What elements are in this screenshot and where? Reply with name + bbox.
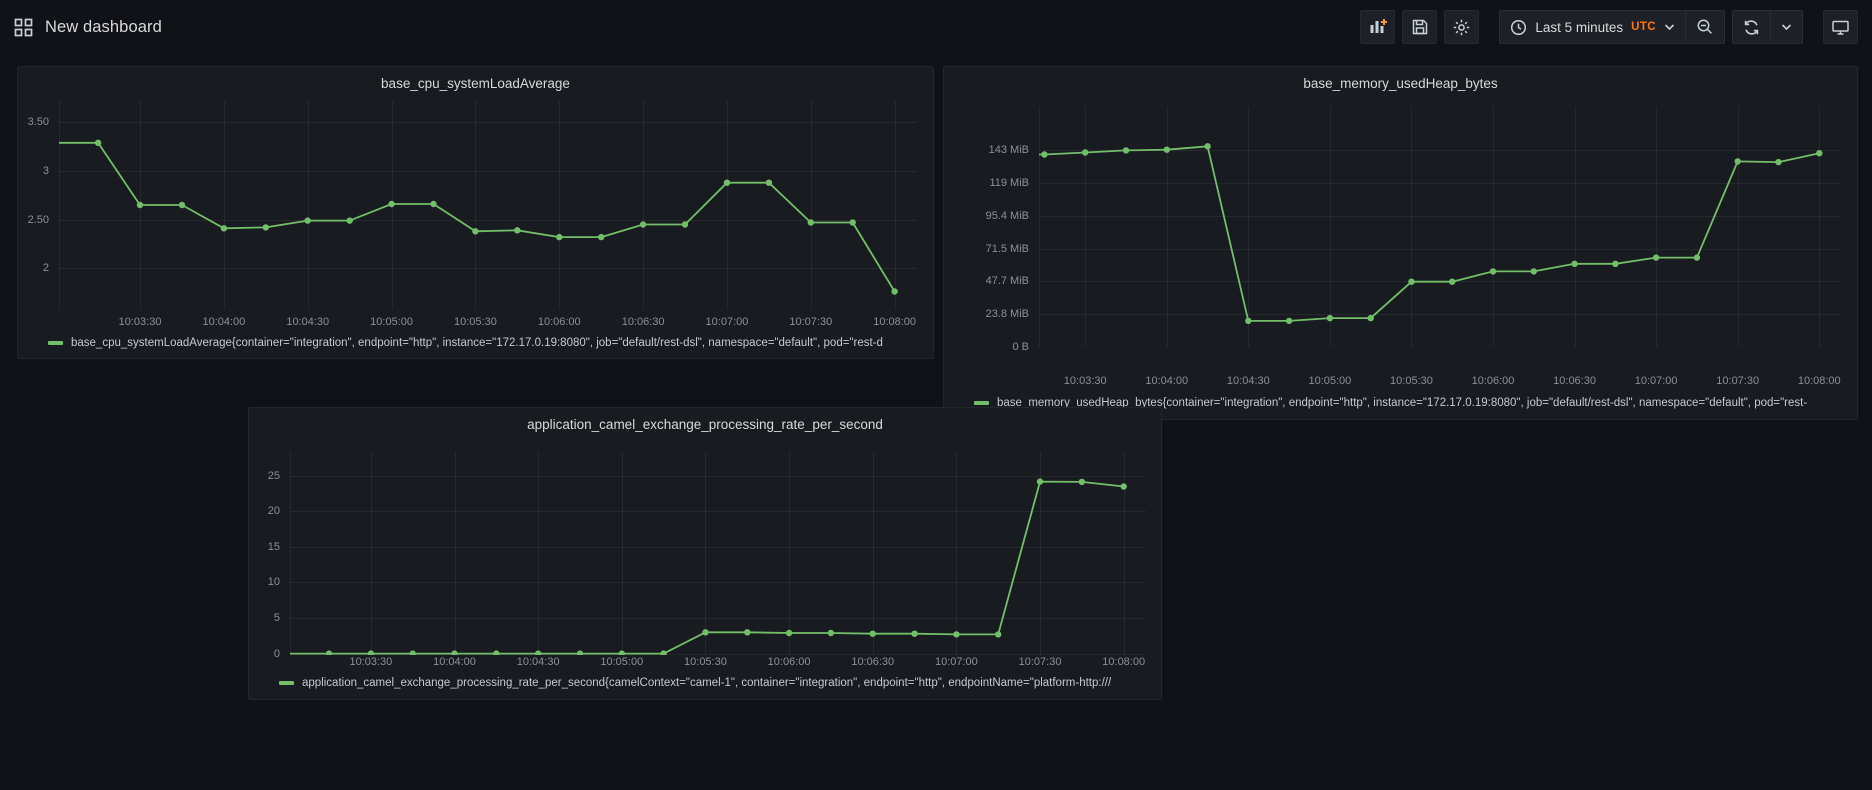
x-axis-tick-label: 10:07:00 — [706, 316, 749, 328]
y-axis-tick-label: 2 — [18, 262, 49, 274]
memory-chart-plot[interactable] — [1039, 106, 1841, 347]
x-axis-tick-label: 10:06:00 — [1472, 375, 1515, 387]
y-axis-tick-label: 3 — [18, 165, 49, 177]
x-axis-tick-label: 10:03:30 — [119, 316, 162, 328]
gear-icon — [1452, 18, 1471, 37]
x-axis-tick-label: 10:06:30 — [1553, 375, 1596, 387]
x-axis-tick-label: 10:05:00 — [370, 316, 413, 328]
y-axis-tick-label: 95.4 MiB — [944, 210, 1029, 222]
zoom-out-button[interactable] — [1685, 11, 1724, 43]
add-panel-button[interactable] — [1360, 10, 1395, 44]
rate-chart-plot[interactable] — [290, 451, 1146, 655]
x-axis-tick-label: 10:08:00 — [1798, 375, 1841, 387]
x-axis-tick-label: 10:04:30 — [1227, 375, 1270, 387]
x-axis-tick-label: 10:04:30 — [517, 656, 560, 668]
time-range-label: Last 5 minutes — [1535, 20, 1623, 35]
panel-cpu-system-load-average: base_cpu_systemLoadAverage base_cpu_syst… — [17, 66, 934, 359]
legend-item[interactable]: base_cpu_systemLoadAverage{container="in… — [48, 337, 923, 349]
panel-camel-exchange-rate: application_camel_exchange_processing_ra… — [248, 407, 1162, 700]
y-axis-tick-label: 3.50 — [18, 116, 49, 128]
y-axis-tick-label: 119 MiB — [944, 177, 1029, 189]
x-axis-tick-label: 10:06:00 — [768, 656, 811, 668]
legend-label: application_camel_exchange_processing_ra… — [302, 677, 1111, 689]
x-axis-tick-label: 10:05:00 — [1308, 375, 1351, 387]
add-panel-icon — [1368, 17, 1388, 37]
x-axis-tick-label: 10:06:00 — [538, 316, 581, 328]
x-axis-tick-label: 10:04:00 — [202, 316, 245, 328]
x-axis-tick-label: 10:04:00 — [1145, 375, 1188, 387]
y-axis-tick-label: 23.8 MiB — [944, 308, 1029, 320]
chevron-down-icon — [1781, 23, 1792, 31]
legend-swatch — [48, 341, 63, 345]
y-axis-tick-label: 71.5 MiB — [944, 243, 1029, 255]
y-axis-tick-label: 2.50 — [18, 214, 49, 226]
y-axis-tick-label: 10 — [249, 576, 280, 588]
legend-label: base_cpu_systemLoadAverage{container="in… — [71, 337, 883, 349]
refresh-icon — [1743, 19, 1760, 36]
refresh-button[interactable] — [1733, 11, 1770, 43]
y-axis-tick-label: 143 MiB — [944, 144, 1029, 156]
legend-swatch — [974, 401, 989, 405]
x-axis-tick-label: 10:05:30 — [454, 316, 497, 328]
y-axis-tick-label: 5 — [249, 612, 280, 624]
panel-title[interactable]: application_camel_exchange_processing_ra… — [249, 417, 1161, 432]
save-dashboard-button[interactable] — [1402, 10, 1437, 44]
x-axis-tick-label: 10:06:30 — [851, 656, 894, 668]
panel-memory-used-heap: base_memory_usedHeap_bytes base_memory_u… — [943, 66, 1858, 420]
legend-item[interactable]: application_camel_exchange_processing_ra… — [279, 677, 1151, 689]
y-axis-tick-label: 20 — [249, 505, 280, 517]
time-range-picker[interactable]: Last 5 minutes UTC — [1500, 11, 1685, 43]
chevron-down-icon — [1664, 23, 1675, 31]
x-axis-tick-label: 10:07:00 — [1635, 375, 1678, 387]
panel-title[interactable]: base_memory_usedHeap_bytes — [944, 76, 1857, 91]
timezone-badge: UTC — [1631, 21, 1656, 33]
y-axis-tick-label: 47.7 MiB — [944, 275, 1029, 287]
y-axis-tick-label: 15 — [249, 541, 280, 553]
legend-swatch — [279, 681, 294, 685]
cpu-chart-plot[interactable] — [59, 101, 917, 310]
x-axis-tick-label: 10:07:30 — [1716, 375, 1759, 387]
x-axis-tick-label: 10:03:30 — [1064, 375, 1107, 387]
zoom-out-icon — [1696, 18, 1714, 36]
x-axis-tick-label: 10:04:30 — [286, 316, 329, 328]
x-axis-tick-label: 10:05:30 — [684, 656, 727, 668]
tv-mode-button[interactable] — [1823, 10, 1858, 44]
page-title: New dashboard — [45, 18, 162, 37]
dashboard-header: New dashboard — [0, 0, 1872, 54]
clock-icon — [1510, 19, 1527, 36]
y-axis-tick-label: 25 — [249, 470, 280, 482]
save-icon — [1411, 18, 1429, 36]
panel-title[interactable]: base_cpu_systemLoadAverage — [18, 76, 933, 91]
x-axis-tick-label: 10:07:30 — [1019, 656, 1062, 668]
dashboard-settings-button[interactable] — [1444, 10, 1479, 44]
x-axis-tick-label: 10:07:30 — [789, 316, 832, 328]
monitor-icon — [1831, 19, 1850, 36]
x-axis-tick-label: 10:05:00 — [600, 656, 643, 668]
x-axis-tick-label: 10:07:00 — [935, 656, 978, 668]
x-axis-tick-label: 10:03:30 — [349, 656, 392, 668]
x-axis-tick-label: 10:08:00 — [1102, 656, 1145, 668]
refresh-interval-dropdown[interactable] — [1770, 11, 1802, 43]
apps-grid-icon[interactable] — [14, 18, 33, 37]
x-axis-tick-label: 10:04:00 — [433, 656, 476, 668]
y-axis-tick-label: 0 — [249, 648, 280, 660]
x-axis-tick-label: 10:05:30 — [1390, 375, 1433, 387]
y-axis-tick-label: 0 B — [944, 341, 1029, 353]
x-axis-tick-label: 10:06:30 — [622, 316, 665, 328]
x-axis-tick-label: 10:08:00 — [873, 316, 916, 328]
